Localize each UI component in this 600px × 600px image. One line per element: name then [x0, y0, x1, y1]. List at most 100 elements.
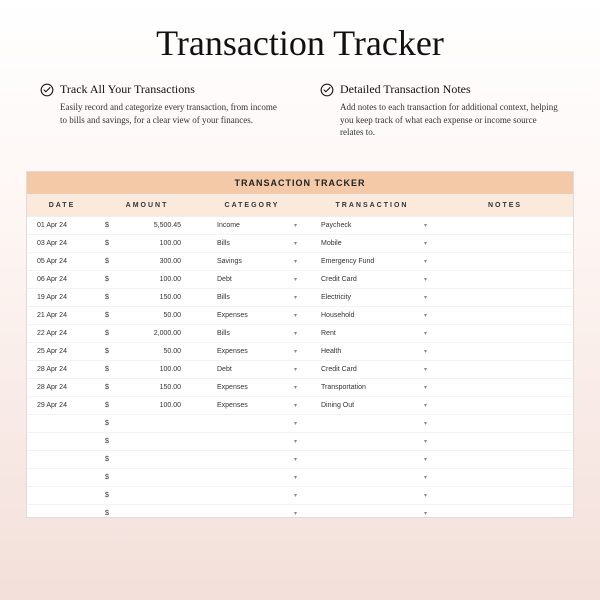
cell-amount[interactable]: $	[97, 415, 197, 432]
dropdown-icon[interactable]: ▾	[424, 258, 427, 265]
cell-category[interactable]: Expenses▾	[197, 397, 307, 414]
cell-category[interactable]: Expenses▾	[197, 343, 307, 360]
cell-amount[interactable]: $100.00	[97, 397, 197, 414]
dropdown-icon[interactable]: ▾	[294, 474, 297, 481]
cell-category[interactable]: Bills▾	[197, 289, 307, 306]
cell-amount[interactable]: $100.00	[97, 235, 197, 252]
dropdown-icon[interactable]: ▾	[294, 312, 297, 319]
table-row[interactable]: 28 Apr 24$150.00Expenses▾Transportation▾	[27, 379, 573, 397]
table-row[interactable]: 06 Apr 24$100.00Debt▾Credit Card▾	[27, 271, 573, 289]
cell-transaction[interactable]: Transportation▾	[307, 379, 437, 396]
dropdown-icon[interactable]: ▾	[424, 222, 427, 229]
dropdown-icon[interactable]: ▾	[294, 330, 297, 337]
cell-category[interactable]: ▾	[197, 469, 307, 486]
table-row[interactable]: 22 Apr 24$2,000.00Bills▾Rent▾	[27, 325, 573, 343]
cell-date[interactable]: 06 Apr 24	[27, 271, 97, 288]
cell-date[interactable]: 25 Apr 24	[27, 343, 97, 360]
cell-amount[interactable]: $5,500.45	[97, 217, 197, 234]
dropdown-icon[interactable]: ▾	[424, 348, 427, 355]
cell-transaction[interactable]: Credit Card▾	[307, 361, 437, 378]
dropdown-icon[interactable]: ▾	[424, 330, 427, 337]
cell-notes[interactable]	[437, 433, 573, 450]
cell-notes[interactable]	[437, 217, 573, 234]
cell-amount[interactable]: $150.00	[97, 379, 197, 396]
cell-notes[interactable]	[437, 397, 573, 414]
cell-transaction[interactable]: Rent▾	[307, 325, 437, 342]
cell-transaction[interactable]: Paycheck▾	[307, 217, 437, 234]
cell-notes[interactable]	[437, 505, 573, 517]
cell-category[interactable]: Expenses▾	[197, 307, 307, 324]
cell-amount[interactable]: $100.00	[97, 271, 197, 288]
cell-transaction[interactable]: Household▾	[307, 307, 437, 324]
table-row[interactable]: $ ▾ ▾	[27, 433, 573, 451]
cell-amount[interactable]: $	[97, 505, 197, 517]
dropdown-icon[interactable]: ▾	[424, 456, 427, 463]
dropdown-icon[interactable]: ▾	[424, 474, 427, 481]
cell-date[interactable]	[27, 487, 97, 504]
cell-date[interactable]: 03 Apr 24	[27, 235, 97, 252]
cell-notes[interactable]	[437, 307, 573, 324]
dropdown-icon[interactable]: ▾	[294, 240, 297, 247]
cell-amount[interactable]: $	[97, 433, 197, 450]
cell-transaction[interactable]: ▾	[307, 415, 437, 432]
cell-notes[interactable]	[437, 289, 573, 306]
cell-amount[interactable]: $50.00	[97, 343, 197, 360]
dropdown-icon[interactable]: ▾	[424, 384, 427, 391]
cell-date[interactable]	[27, 451, 97, 468]
cell-amount[interactable]: $2,000.00	[97, 325, 197, 342]
cell-category[interactable]: Debt▾	[197, 271, 307, 288]
cell-transaction[interactable]: ▾	[307, 451, 437, 468]
dropdown-icon[interactable]: ▾	[294, 294, 297, 301]
table-row[interactable]: $ ▾ ▾	[27, 415, 573, 433]
cell-amount[interactable]: $150.00	[97, 289, 197, 306]
cell-transaction[interactable]: Dining Out▾	[307, 397, 437, 414]
table-row[interactable]: 21 Apr 24$50.00Expenses▾Household▾	[27, 307, 573, 325]
dropdown-icon[interactable]: ▾	[294, 366, 297, 373]
dropdown-icon[interactable]: ▾	[294, 222, 297, 229]
cell-category[interactable]: Expenses▾	[197, 379, 307, 396]
table-row[interactable]: $▾▾	[27, 451, 573, 469]
cell-amount[interactable]: $	[97, 487, 197, 504]
dropdown-icon[interactable]: ▾	[294, 438, 297, 445]
cell-category[interactable]: Bills▾	[197, 235, 307, 252]
cell-notes[interactable]	[437, 325, 573, 342]
cell-date[interactable]	[27, 433, 97, 450]
cell-notes[interactable]	[437, 379, 573, 396]
cell-date[interactable]: 21 Apr 24	[27, 307, 97, 324]
cell-date[interactable]: 28 Apr 24	[27, 361, 97, 378]
cell-transaction[interactable]: Health▾	[307, 343, 437, 360]
cell-date[interactable]: 22 Apr 24	[27, 325, 97, 342]
table-row[interactable]: $▾▾	[27, 505, 573, 517]
dropdown-icon[interactable]: ▾	[294, 258, 297, 265]
cell-amount[interactable]: $	[97, 451, 197, 468]
cell-category[interactable]: Savings▾	[197, 253, 307, 270]
table-row[interactable]: 03 Apr 24$100.00Bills▾Mobile▾	[27, 235, 573, 253]
table-row[interactable]: 29 Apr 24$100.00Expenses▾Dining Out▾	[27, 397, 573, 415]
cell-notes[interactable]	[437, 271, 573, 288]
cell-date[interactable]: 19 Apr 24	[27, 289, 97, 306]
cell-transaction[interactable]: Emergency Fund▾	[307, 253, 437, 270]
cell-date[interactable]	[27, 469, 97, 486]
dropdown-icon[interactable]: ▾	[294, 276, 297, 283]
cell-amount[interactable]: $	[97, 469, 197, 486]
dropdown-icon[interactable]: ▾	[424, 312, 427, 319]
dropdown-icon[interactable]: ▾	[294, 402, 297, 409]
cell-transaction[interactable]: ▾	[307, 433, 437, 450]
cell-transaction[interactable]: Electricity▾	[307, 289, 437, 306]
cell-transaction[interactable]: Credit Card▾	[307, 271, 437, 288]
table-row[interactable]: 28 Apr 24$100.00Debt▾Credit Card▾	[27, 361, 573, 379]
cell-category[interactable]: ▾	[197, 415, 307, 432]
cell-category[interactable]: Bills▾	[197, 325, 307, 342]
dropdown-icon[interactable]: ▾	[294, 420, 297, 427]
cell-category[interactable]: ▾	[197, 451, 307, 468]
dropdown-icon[interactable]: ▾	[424, 420, 427, 427]
cell-transaction[interactable]: ▾	[307, 469, 437, 486]
cell-amount[interactable]: $50.00	[97, 307, 197, 324]
cell-notes[interactable]	[437, 469, 573, 486]
cell-transaction[interactable]: Mobile▾	[307, 235, 437, 252]
table-row[interactable]: $▾▾	[27, 487, 573, 505]
table-row[interactable]: 05 Apr 24$300.00Savings▾Emergency Fund▾	[27, 253, 573, 271]
dropdown-icon[interactable]: ▾	[424, 366, 427, 373]
cell-notes[interactable]	[437, 235, 573, 252]
dropdown-icon[interactable]: ▾	[424, 438, 427, 445]
